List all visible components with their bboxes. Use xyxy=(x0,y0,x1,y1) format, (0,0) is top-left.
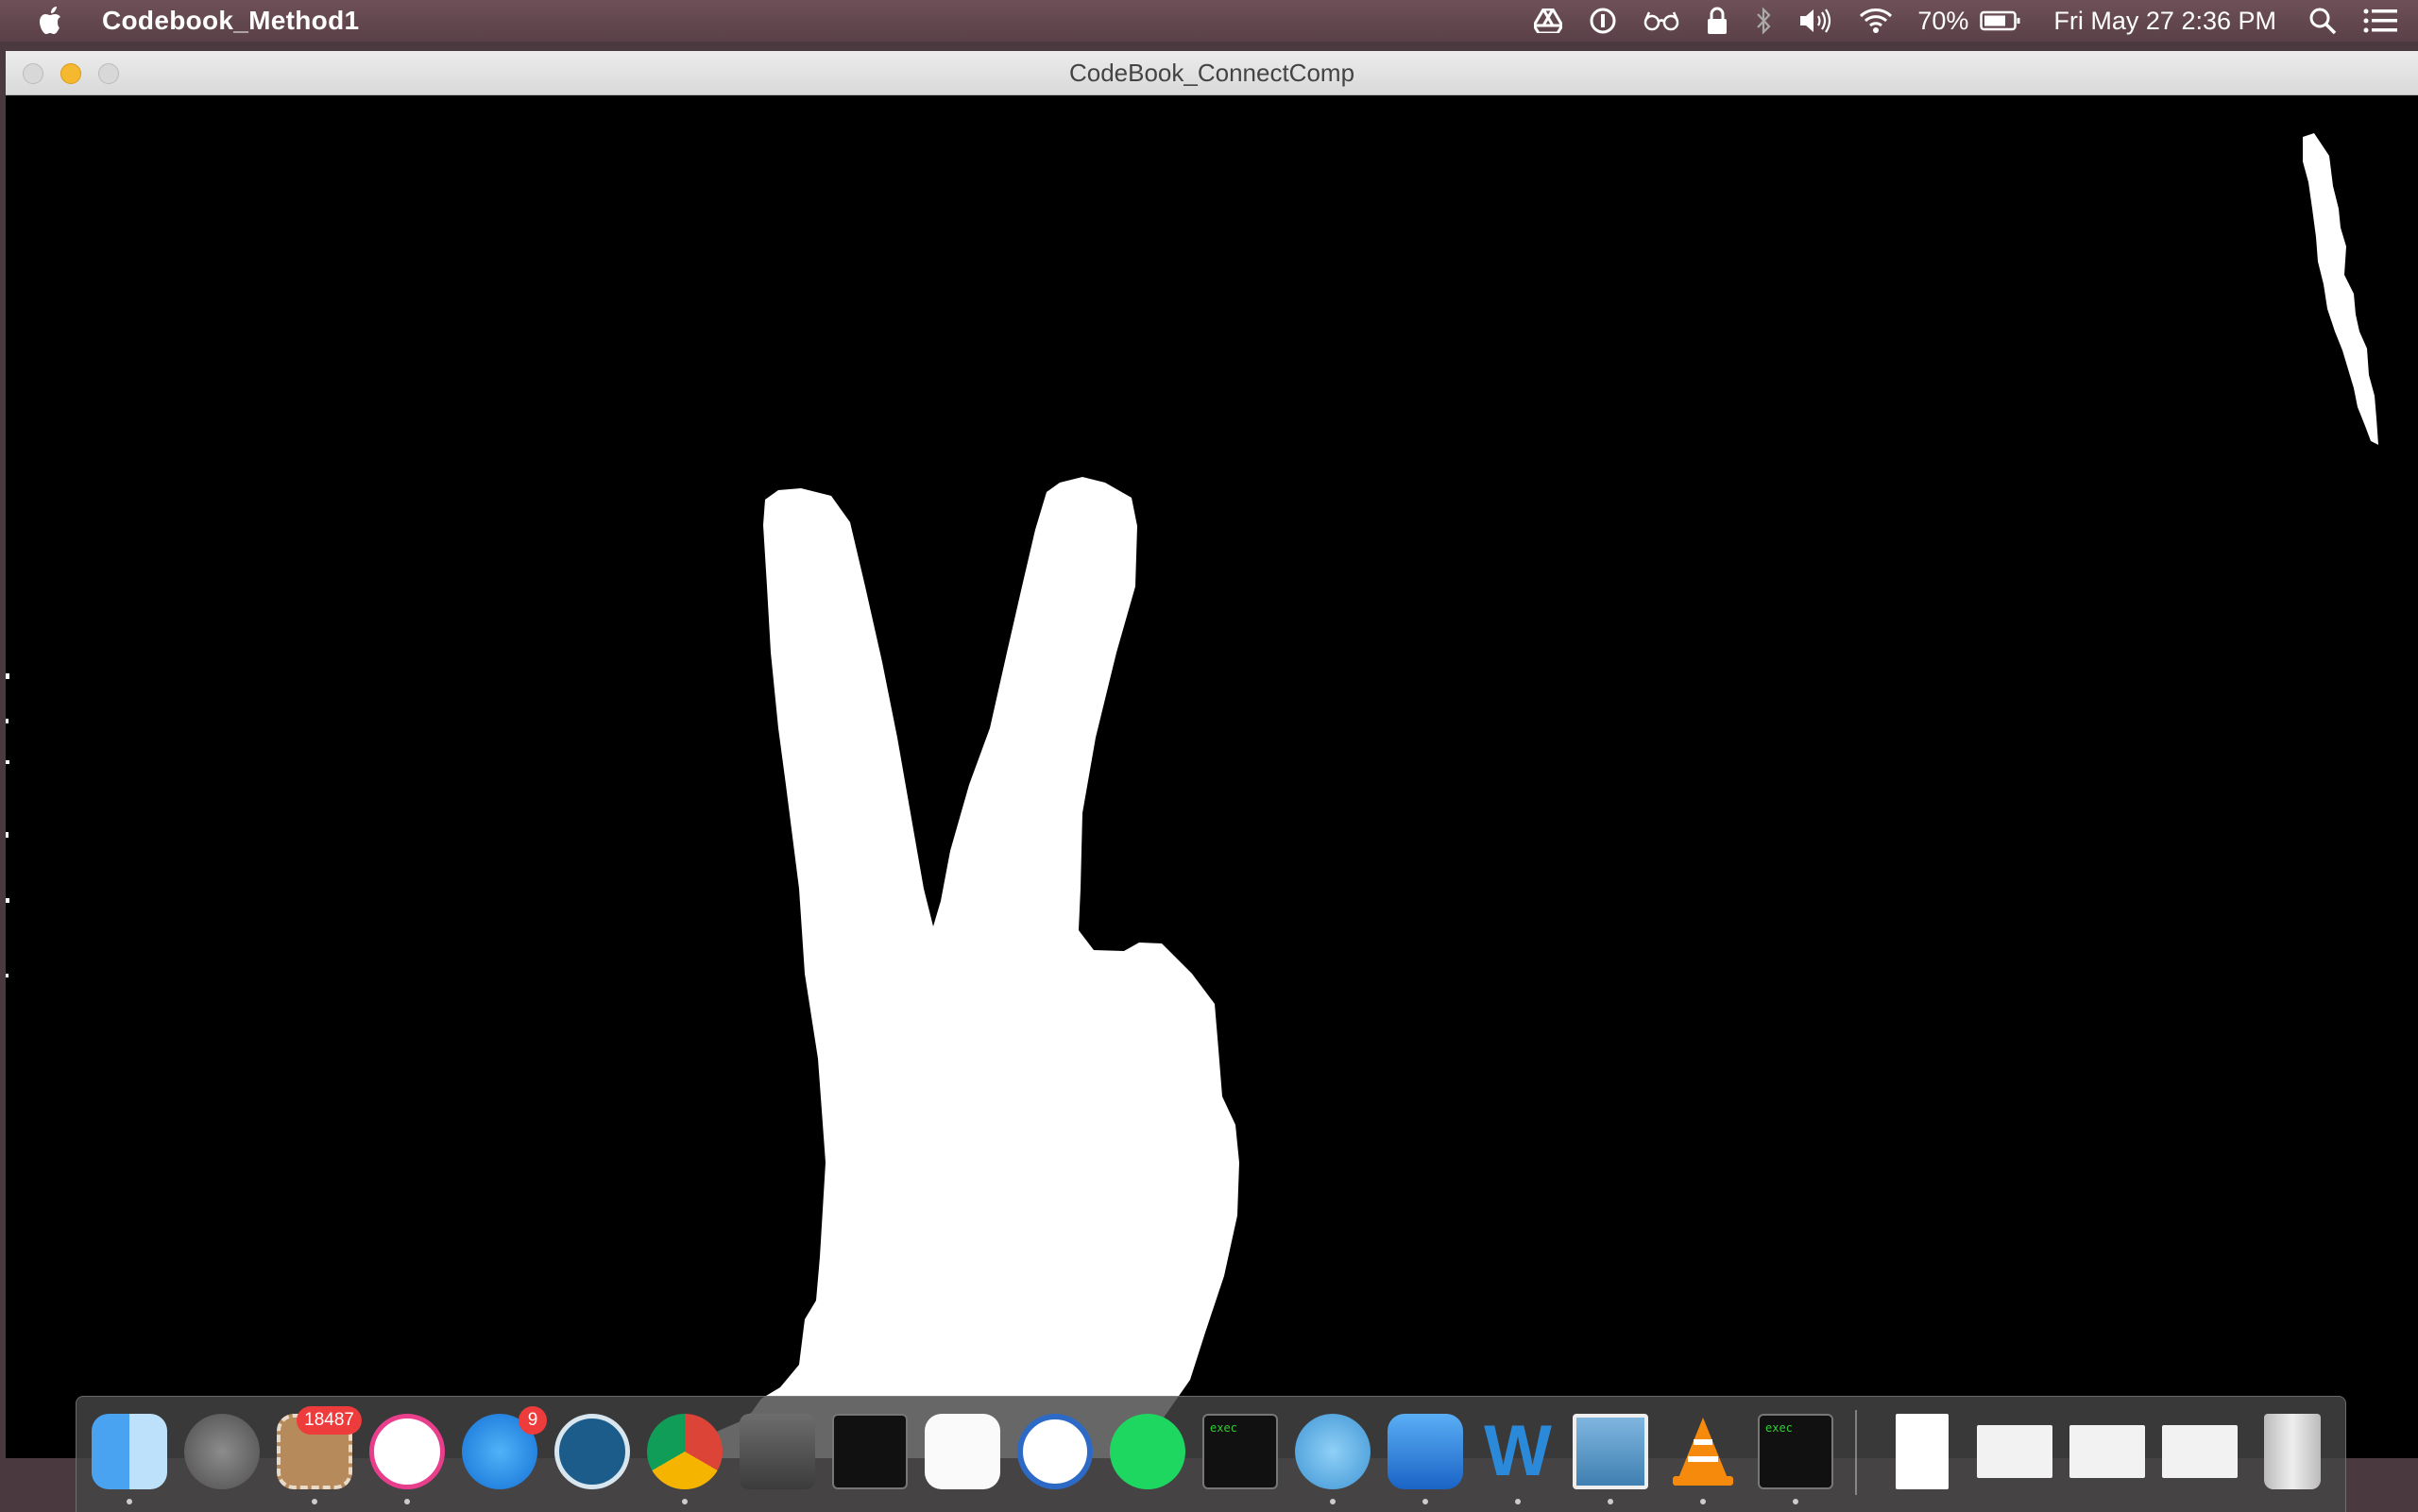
vlc-cone-icon xyxy=(1665,1414,1741,1489)
lock-icon[interactable] xyxy=(1706,0,1728,42)
xcode-hammer-icon xyxy=(1388,1414,1463,1489)
noise-blob xyxy=(2303,133,2378,445)
dock-terminal[interactable] xyxy=(830,1412,910,1491)
active-app-name[interactable]: Codebook_Method1 xyxy=(102,6,359,36)
mustache-icon xyxy=(1295,1414,1371,1489)
running-indicator xyxy=(127,1499,132,1504)
dock-1password[interactable] xyxy=(1015,1412,1095,1491)
dock-preview[interactable] xyxy=(1571,1412,1650,1504)
dock-launchpad[interactable] xyxy=(182,1412,262,1491)
elephant-icon xyxy=(554,1414,630,1489)
foreground-mask xyxy=(6,133,2378,1458)
notification-center-icon[interactable] xyxy=(2363,0,2397,42)
dock-screenshot-3[interactable] xyxy=(2160,1412,2239,1491)
dock-document[interactable] xyxy=(1882,1412,1962,1491)
screenshot-thumbnail-icon xyxy=(2162,1425,2238,1478)
clock[interactable]: Fri May 27 2:36 PM xyxy=(2053,7,2276,36)
dock-sequel-pro[interactable] xyxy=(553,1412,632,1491)
terminal-icon xyxy=(832,1414,908,1489)
running-indicator xyxy=(1330,1499,1336,1504)
dock-mail[interactable]: 18487 xyxy=(275,1406,362,1504)
running-indicator xyxy=(1793,1499,1798,1504)
sublime-text-icon xyxy=(740,1414,815,1489)
app-store-badge: 9 xyxy=(519,1406,547,1435)
running-indicator xyxy=(1515,1499,1521,1504)
screenshot-thumbnail-icon xyxy=(2069,1425,2145,1478)
segmentation-mask-image xyxy=(6,95,2418,1458)
spotify-icon xyxy=(1110,1414,1185,1489)
exec-terminal-icon: exec xyxy=(1758,1414,1833,1489)
running-indicator xyxy=(682,1499,688,1504)
1password-app-icon xyxy=(1017,1414,1093,1489)
running-indicator xyxy=(1700,1499,1706,1504)
battery-icon[interactable] xyxy=(1980,0,2021,42)
opencv-window: CodeBook_ConnectComp xyxy=(6,51,2418,1458)
running-indicator xyxy=(404,1499,410,1504)
launchpad-rocket-icon xyxy=(184,1414,260,1489)
dock-separator xyxy=(1855,1410,1857,1495)
spotlight-icon[interactable] xyxy=(2308,0,2337,42)
dock-trash[interactable] xyxy=(2253,1412,2332,1491)
dock-spotify[interactable] xyxy=(1108,1412,1187,1491)
running-indicator xyxy=(312,1499,317,1504)
dock: 18487 9 exec W exec xyxy=(76,1396,2346,1512)
dock-xcode[interactable] xyxy=(1386,1412,1465,1504)
apple-menu-icon[interactable] xyxy=(36,5,68,37)
dock-sublime-text[interactable] xyxy=(738,1412,817,1491)
mail-badge: 18487 xyxy=(297,1406,362,1435)
dock-chrome[interactable] xyxy=(645,1412,724,1504)
dock-screenshot-1[interactable] xyxy=(1975,1412,2054,1491)
1password-icon[interactable] xyxy=(1589,0,1617,42)
dock-finder[interactable] xyxy=(90,1412,169,1504)
screenshot-thumbnail-icon xyxy=(1977,1425,2052,1478)
chrome-icon xyxy=(647,1414,723,1489)
window-titlebar[interactable]: CodeBook_ConnectComp xyxy=(6,51,2418,95)
trash-icon xyxy=(2264,1414,2321,1489)
grid-icon xyxy=(925,1414,1000,1489)
running-indicator xyxy=(1422,1499,1428,1504)
volume-icon[interactable] xyxy=(1798,0,1832,42)
itunes-icon xyxy=(369,1414,445,1489)
google-drive-icon[interactable] xyxy=(1534,0,1563,42)
running-indicator xyxy=(1608,1499,1613,1504)
menu-bar: Codebook_Method1 70% Fri May 27 2:36 PM xyxy=(0,0,2418,42)
dock-exec-1[interactable]: exec xyxy=(1200,1412,1280,1491)
word-icon: W xyxy=(1484,1411,1552,1491)
exec-terminal-icon: exec xyxy=(1202,1414,1278,1489)
bluetooth-icon[interactable] xyxy=(1755,0,1772,42)
hand-silhouette xyxy=(667,477,1239,1458)
glasses-icon[interactable] xyxy=(1643,0,1679,42)
dock-screenshot-2[interactable] xyxy=(2068,1412,2147,1491)
dock-grid-app[interactable] xyxy=(923,1412,1002,1491)
dock-exec-2[interactable]: exec xyxy=(1756,1412,1835,1504)
wifi-icon[interactable] xyxy=(1859,0,1893,42)
battery-percentage[interactable]: 70% xyxy=(1917,7,1968,36)
dock-itunes[interactable] xyxy=(367,1412,447,1504)
window-title: CodeBook_ConnectComp xyxy=(1068,59,1355,87)
finder-icon xyxy=(92,1414,167,1489)
preview-icon xyxy=(1573,1414,1648,1489)
dock-mustache-app[interactable] xyxy=(1293,1412,1372,1504)
dock-word[interactable]: W xyxy=(1478,1411,1558,1504)
dock-app-store[interactable]: 9 xyxy=(460,1406,547,1491)
document-icon xyxy=(1896,1414,1949,1489)
dock-vlc[interactable] xyxy=(1663,1412,1743,1504)
